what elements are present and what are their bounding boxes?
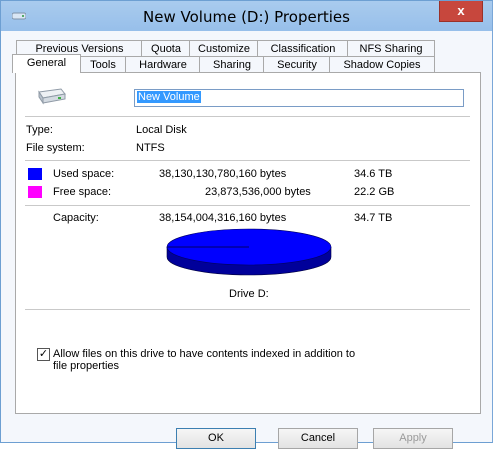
free-space-bytes: 23,873,536,000 bytes: [205, 186, 311, 198]
file-system-value: NTFS: [136, 142, 165, 154]
capacity-bytes: 38,154,004,316,160 bytes: [159, 212, 287, 224]
tab-tools[interactable]: Tools: [79, 56, 127, 73]
free-space-swatch: [28, 186, 42, 198]
checkmark-icon: ✓: [38, 348, 49, 360]
divider: [25, 205, 470, 206]
tab-customize[interactable]: Customize: [189, 40, 259, 57]
index-contents-label-line2: file properties: [53, 360, 120, 372]
file-system-label: File system:: [26, 142, 85, 154]
tab-security[interactable]: Security: [263, 56, 331, 73]
tab-classification[interactable]: Classification: [257, 40, 349, 57]
index-contents-label-line1: Allow files on this drive to have conten…: [53, 348, 356, 360]
used-space-label: Used space:: [53, 168, 115, 180]
used-space-size: 34.6 TB: [354, 168, 393, 180]
cancel-button[interactable]: Cancel: [278, 428, 358, 449]
tab-general[interactable]: General: [12, 54, 81, 73]
general-panel: New Volume Type: Local Disk File system:…: [15, 72, 481, 414]
type-value: Local Disk: [136, 124, 187, 136]
free-space-label: Free space:: [53, 186, 112, 198]
tab-sharing[interactable]: Sharing: [199, 56, 265, 73]
type-label: Type:: [26, 124, 53, 136]
disk-usage-pie-chart: [166, 228, 332, 276]
tab-quota[interactable]: Quota: [141, 40, 191, 57]
close-button[interactable]: x: [439, 1, 483, 22]
tab-nfs-sharing[interactable]: NFS Sharing: [347, 40, 435, 57]
volume-name-input[interactable]: New Volume: [134, 89, 464, 107]
hard-drive-icon: [38, 88, 66, 105]
apply-button[interactable]: Apply: [373, 428, 453, 449]
title-bar[interactable]: New Volume (D:) Properties x: [1, 1, 492, 31]
ok-button[interactable]: OK: [176, 428, 256, 449]
used-space-bytes: 38,130,130,780,160 bytes: [159, 168, 287, 180]
capacity-size: 34.7 TB: [354, 212, 393, 224]
divider: [25, 116, 470, 117]
volume-name-value: New Volume: [137, 91, 201, 103]
tab-hardware[interactable]: Hardware: [125, 56, 201, 73]
index-contents-checkbox[interactable]: ✓: [37, 348, 50, 361]
tab-shadow-copies[interactable]: Shadow Copies: [329, 56, 435, 73]
used-space-swatch: [28, 168, 42, 180]
free-space-size: 22.2 GB: [354, 186, 395, 198]
capacity-label: Capacity:: [53, 212, 99, 224]
divider: [25, 309, 470, 310]
close-icon: x: [457, 3, 465, 18]
properties-dialog: New Volume (D:) Properties x Previous Ve…: [0, 0, 493, 449]
divider: [25, 160, 470, 161]
window-title: New Volume (D:) Properties: [143, 8, 350, 26]
drive-letter-label: Drive D:: [229, 288, 269, 300]
